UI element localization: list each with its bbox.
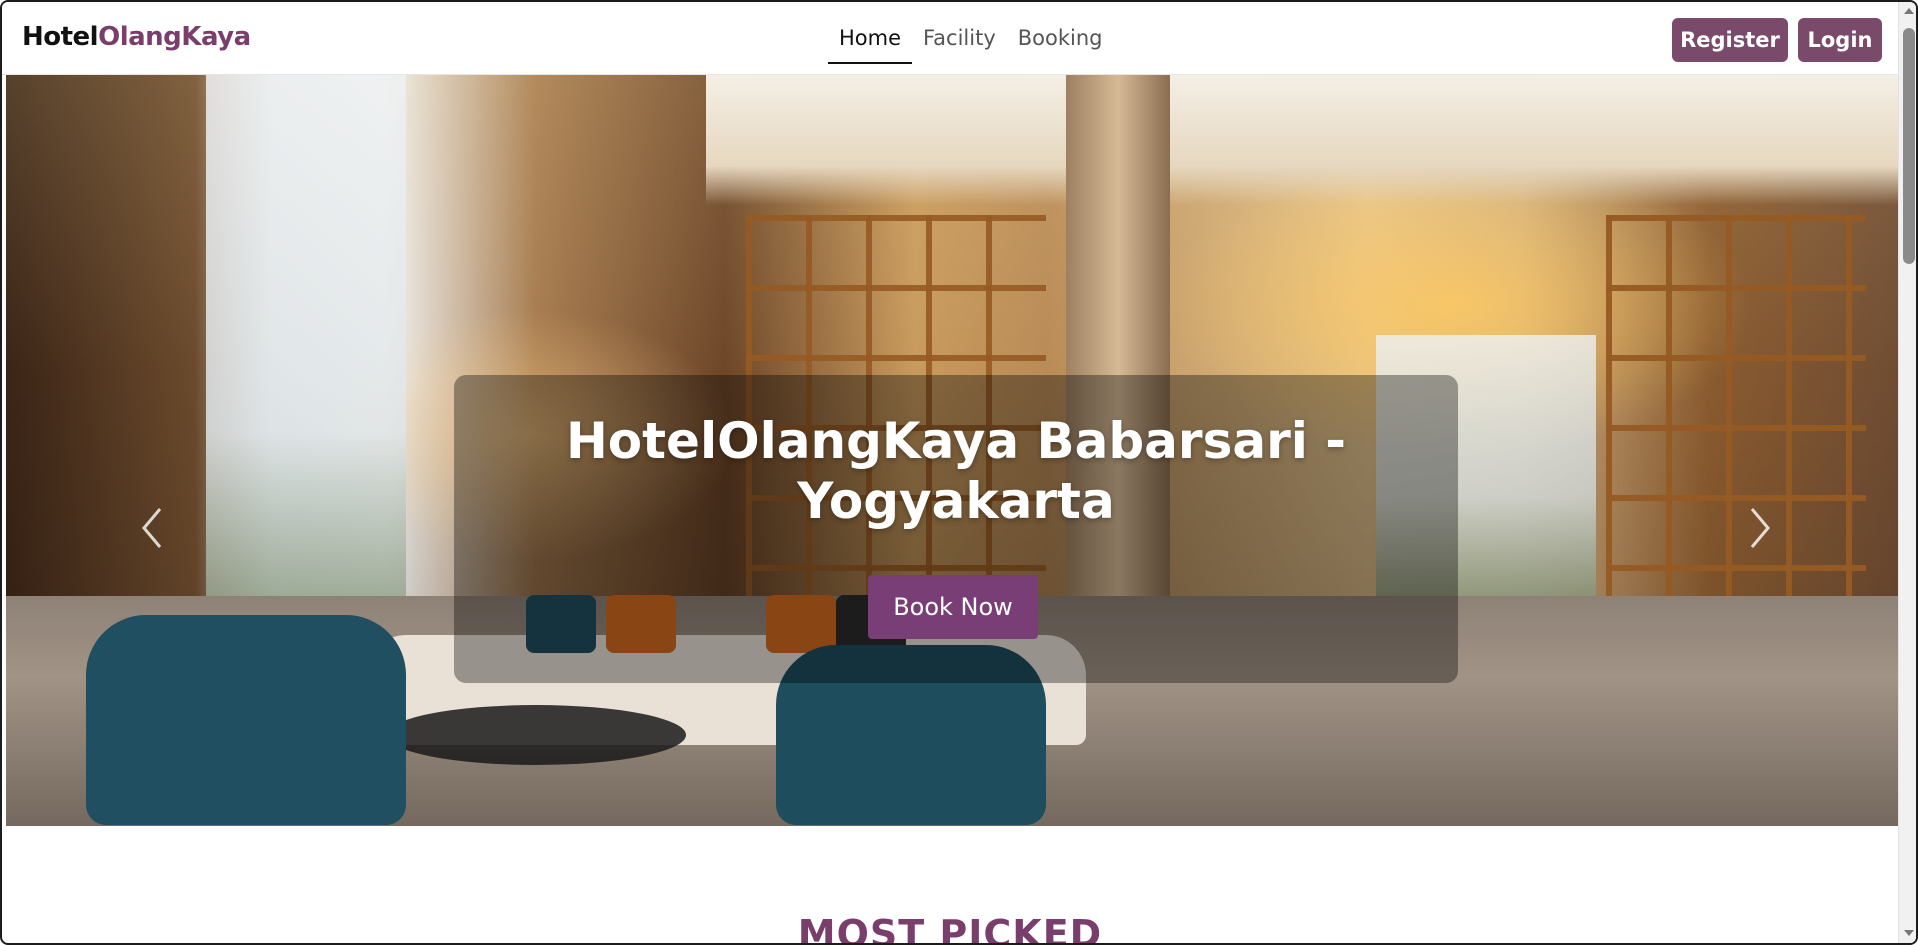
hero-title: HotelOlangKaya Babarsari - Yogyakarta: [565, 412, 1347, 530]
page-scrollbar[interactable]: [1898, 2, 1916, 943]
carousel-prev-button[interactable]: [132, 503, 172, 553]
chevron-right-icon: [1750, 508, 1770, 548]
nav-link-home[interactable]: Home: [828, 2, 913, 64]
nav-links: Home Facility Booking: [828, 2, 1114, 75]
nav-link-booking[interactable]: Booking: [1007, 2, 1114, 64]
brand-logo[interactable]: HotelOlangKaya: [22, 22, 251, 52]
chevron-left-icon: [142, 508, 162, 548]
scroll-thumb[interactable]: [1903, 28, 1915, 264]
brand-part-name: OlangKaya: [98, 22, 251, 52]
hero-image-ceiling: [706, 75, 1898, 205]
book-now-button[interactable]: Book Now: [868, 575, 1038, 639]
hero-carousel: HotelOlangKaya Babarsari - Yogyakarta Bo…: [6, 75, 1898, 826]
scroll-up-arrow-icon[interactable]: [1904, 8, 1914, 14]
brand-part-hotel: Hotel: [22, 22, 99, 52]
login-button[interactable]: Login: [1798, 18, 1882, 62]
hero-image-table: [386, 705, 686, 765]
register-button[interactable]: Register: [1672, 18, 1788, 62]
scroll-down-arrow-icon[interactable]: [1904, 930, 1914, 936]
carousel-next-button[interactable]: [1740, 503, 1780, 553]
nav-link-facility[interactable]: Facility: [912, 2, 1007, 64]
hero-image-chair-left: [86, 615, 406, 825]
most-picked-heading: MOST PICKED: [797, 912, 1103, 945]
navbar: HotelOlangKaya Home Facility Booking Reg…: [2, 2, 1898, 75]
browser-frame: HotelOlangKaya Home Facility Booking Reg…: [0, 0, 1918, 945]
